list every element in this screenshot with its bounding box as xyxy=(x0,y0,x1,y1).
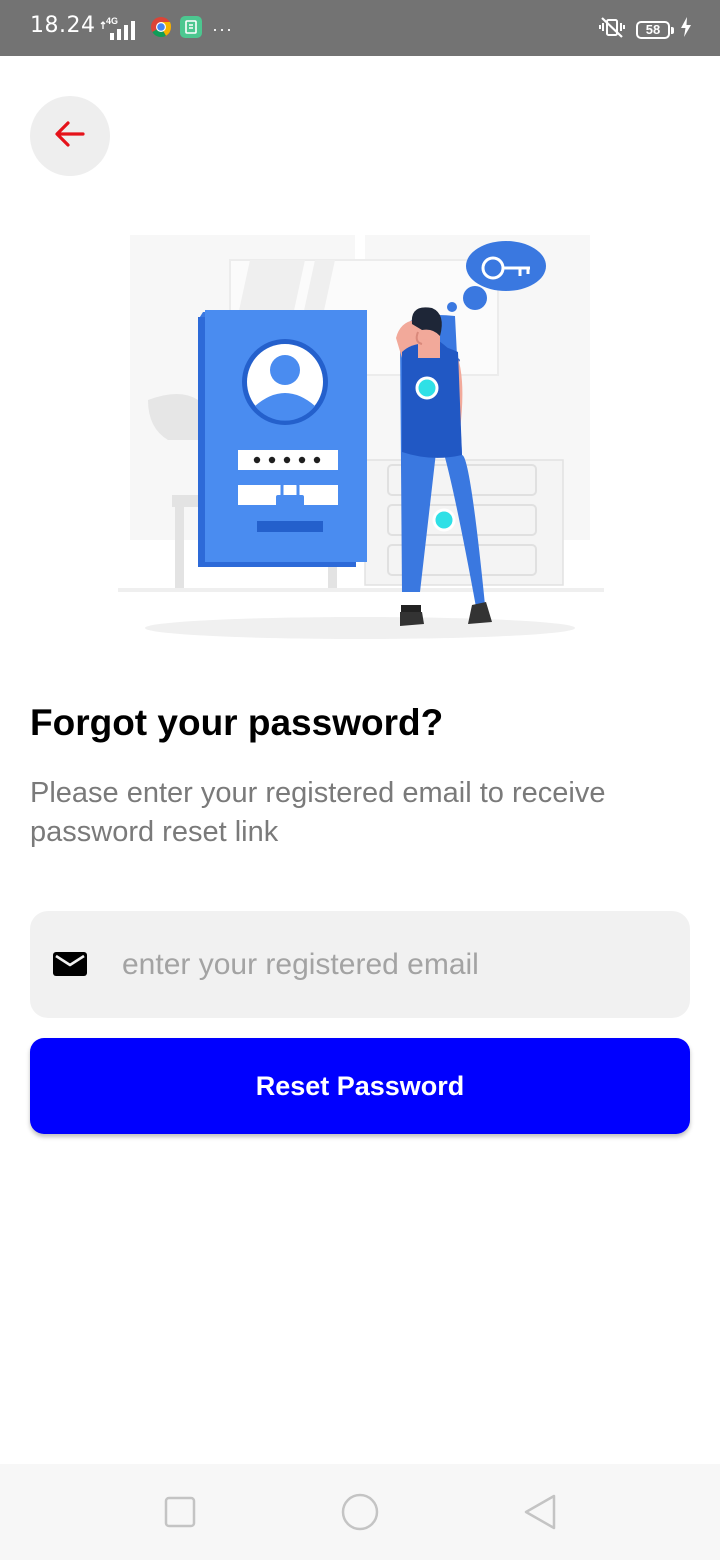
more-notifications-icon: ··· xyxy=(212,19,233,39)
battery-icon: 58 xyxy=(636,20,674,39)
back-button[interactable] xyxy=(30,96,110,176)
forgot-password-illustration xyxy=(100,220,620,650)
status-time: 18.24 xyxy=(30,13,96,38)
status-right-icons: 58 xyxy=(598,16,692,43)
page-title: Forgot your password? xyxy=(30,702,444,743)
email-field[interactable] xyxy=(30,911,690,1018)
recents-square-icon[interactable] xyxy=(160,1492,200,1532)
system-nav-bar xyxy=(0,1464,720,1560)
reset-password-button[interactable]: Reset Password xyxy=(30,1038,690,1134)
email-input[interactable] xyxy=(122,911,672,1018)
charging-icon xyxy=(680,17,692,42)
status-bar: 18.24 4G ··· 58 xyxy=(0,0,720,56)
mail-icon xyxy=(52,949,88,979)
page-subtitle: Please enter your registered email to re… xyxy=(30,777,606,848)
chrome-icon xyxy=(150,16,172,43)
status-left-icons: 4G ··· xyxy=(100,16,233,43)
back-triangle-icon[interactable] xyxy=(520,1492,560,1532)
vibrate-off-icon xyxy=(598,16,626,43)
signal-icon: 4G xyxy=(100,15,142,41)
app-notification-icon xyxy=(180,16,202,43)
home-circle-icon[interactable] xyxy=(340,1492,380,1532)
arrow-left-icon xyxy=(54,120,86,153)
network-type-label: 4G xyxy=(106,15,119,26)
